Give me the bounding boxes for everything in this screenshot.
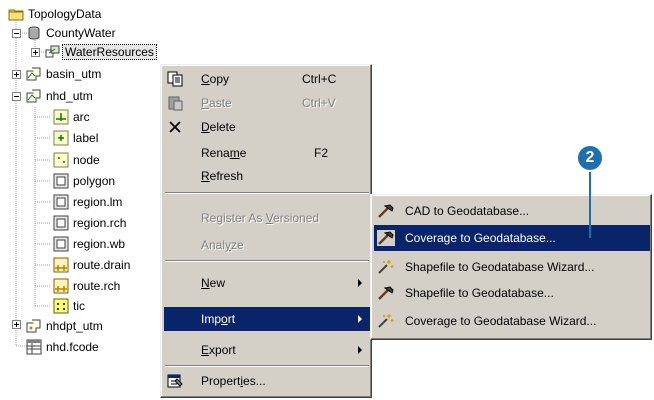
tree-node-tic[interactable]: tic (53, 296, 85, 316)
menu-item-copy[interactable]: Copy Ctrl+C (164, 67, 370, 91)
tree-node-region-wb[interactable]: region.wb (53, 234, 125, 254)
database-icon (26, 25, 42, 41)
submenu-item-shapefile-to-geodatabase[interactable]: Shapefile to Geodatabase... (374, 280, 650, 306)
coverage-icon (26, 66, 42, 82)
shortcut-text: F2 (314, 146, 329, 160)
paste-icon (167, 95, 183, 111)
tree-node-root[interactable]: TopologyData (8, 4, 101, 24)
shortcut-text: Ctrl+C (302, 72, 337, 86)
menu-item-delete[interactable]: Delete (164, 115, 370, 139)
coverage-icon (26, 88, 42, 104)
menu-separator (165, 365, 369, 367)
menu-item-refresh[interactable]: Refresh (164, 164, 370, 188)
menu-item-rename[interactable]: Rename F2 (164, 141, 370, 165)
tree-node-nhd-utm[interactable]: nhd_utm (26, 86, 93, 106)
submenu-arrow-icon (358, 279, 362, 287)
step-callout-badge: 2 (578, 146, 602, 170)
tree-node-label: route.rch (73, 279, 121, 293)
expand-toggle-waterresources[interactable] (31, 48, 40, 57)
collapse-toggle-countywater[interactable] (12, 29, 21, 38)
context-menu: Copy Ctrl+C Paste Ctrl+V Delete Rename F… (160, 64, 372, 398)
menu-item-new[interactable]: New (164, 271, 370, 295)
tree-node-label: region.lm (73, 195, 123, 209)
tree-node-label: node (73, 153, 100, 167)
tree-node-label: basin_utm (46, 67, 102, 81)
tree-node-label: arc (73, 110, 90, 124)
menu-separator (165, 260, 369, 262)
tree-node-route-rch[interactable]: route.rch (53, 276, 120, 296)
hammer-icon (377, 285, 395, 301)
table-icon (26, 339, 42, 355)
tree-node-label: tic (73, 299, 85, 313)
tree-node-route-drain[interactable]: route.drain (53, 255, 130, 275)
tree-node-arc[interactable]: arc (53, 107, 90, 127)
import-submenu: CAD to Geodatabase... Coverage to Geodat… (370, 194, 652, 340)
hammer-icon (377, 203, 395, 219)
node-feature-icon (53, 152, 69, 168)
tree-node-nhd-fcode[interactable]: nhd.fcode (26, 337, 99, 357)
menu-item-properties[interactable]: Properties... (164, 369, 370, 393)
coverage-icon (26, 318, 42, 334)
tree-node-label: route.drain (73, 258, 131, 272)
folder-icon (8, 6, 24, 22)
submenu-arrow-icon (358, 315, 362, 323)
tree-node-region-lm[interactable]: region.lm (53, 192, 122, 212)
menu-item-import[interactable]: Import (164, 307, 370, 331)
tree-node-label: polygon (73, 174, 116, 188)
tree-node-nhdpt-utm[interactable]: nhdpt_utm (26, 316, 103, 336)
hammer-icon (377, 230, 395, 246)
tree-node-label: TopologyData (28, 7, 102, 21)
submenu-item-shapefile-wizard[interactable]: Shapefile to Geodatabase Wizard... (374, 254, 650, 280)
arc-feature-icon (53, 109, 69, 125)
tree-node-node[interactable]: node (53, 150, 100, 170)
properties-icon (167, 373, 183, 389)
tree-node-polygon[interactable]: polygon (53, 171, 115, 191)
tree-node-label[interactable]: label (53, 128, 98, 148)
magic-wand-icon (377, 259, 395, 275)
tree-node-basin-utm[interactable]: basin_utm (26, 64, 101, 84)
polygon-feature-icon (53, 173, 69, 189)
tree-node-label: nhdpt_utm (46, 319, 103, 333)
region-feature-icon (53, 236, 69, 252)
submenu-item-coverage-to-geodatabase[interactable]: Coverage to Geodatabase... (374, 225, 650, 251)
tree-node-label: region.rch (73, 216, 127, 230)
tree-node-waterresources[interactable]: WaterResources (45, 42, 157, 62)
callout-leader-line (589, 172, 591, 238)
magic-wand-icon (377, 313, 395, 329)
menu-separator (165, 192, 369, 194)
label-feature-icon (53, 130, 69, 146)
menu-item-paste[interactable]: Paste Ctrl+V (164, 91, 370, 115)
menu-item-export[interactable]: Export (164, 338, 370, 362)
menu-item-analyze[interactable]: Analyze (164, 233, 370, 257)
tree-node-countywater[interactable]: CountyWater (26, 23, 116, 43)
submenu-item-cad-to-geodatabase[interactable]: CAD to Geodatabase... (374, 198, 650, 224)
feature-dataset-icon (45, 44, 61, 60)
tree-node-region-rch[interactable]: region.rch (53, 213, 126, 233)
copy-icon (167, 71, 183, 87)
shortcut-text: Ctrl+V (302, 96, 336, 110)
delete-x-icon (167, 119, 183, 135)
tree-node-label: region.wb (73, 237, 126, 251)
collapse-toggle-nhd-utm[interactable] (12, 92, 21, 101)
tic-feature-icon (53, 298, 69, 314)
region-feature-icon (53, 215, 69, 231)
submenu-item-coverage-wizard[interactable]: Coverage to Geodatabase Wizard... (374, 308, 650, 334)
tree-node-label: CountyWater (46, 26, 116, 40)
region-feature-icon (53, 194, 69, 210)
submenu-arrow-icon (358, 346, 362, 354)
menu-item-register-as-versioned[interactable]: Register As Versioned (164, 206, 370, 230)
route-feature-icon (53, 278, 69, 294)
tree-node-label: nhd.fcode (46, 340, 99, 354)
route-feature-icon (53, 257, 69, 273)
tree-node-label: nhd_utm (46, 89, 93, 103)
tree-node-label-text: label (73, 131, 99, 145)
expand-toggle-basin-utm[interactable] (12, 70, 21, 79)
tree-node-label: WaterResources (62, 44, 157, 60)
expand-toggle-nhdpt-utm[interactable] (12, 320, 21, 329)
